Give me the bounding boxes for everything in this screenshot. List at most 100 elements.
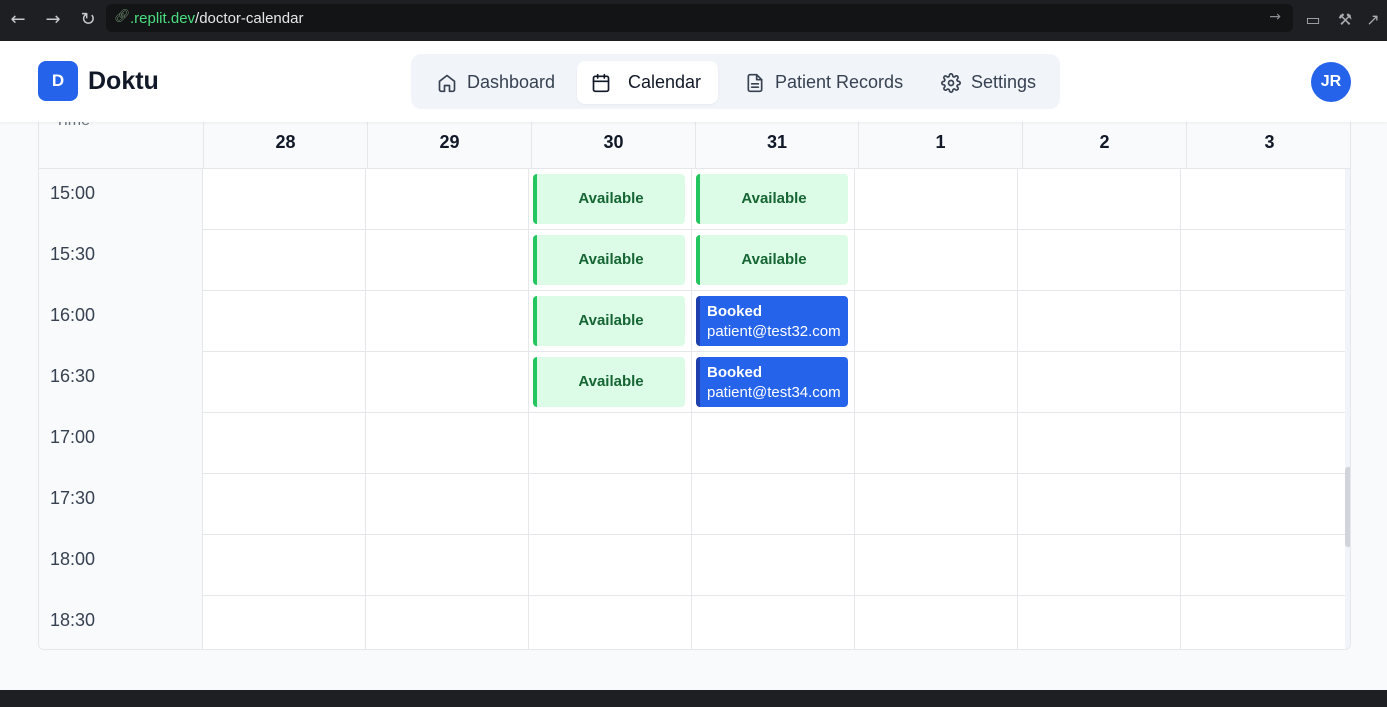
calendar-cell[interactable]	[1181, 169, 1345, 230]
calendar-cell[interactable]	[855, 169, 1018, 230]
nav-dashboard[interactable]: Dashboard	[423, 61, 573, 104]
calendar-cell[interactable]: Available	[529, 230, 692, 291]
calendar-cell[interactable]	[203, 352, 366, 413]
available-slot[interactable]: Available	[696, 174, 848, 224]
calendar-cell[interactable]	[203, 230, 366, 291]
calendar-cell[interactable]	[366, 535, 529, 596]
calendar-cell[interactable]	[1018, 474, 1181, 535]
calendar-cell[interactable]	[366, 474, 529, 535]
calendar-cell[interactable]	[855, 291, 1018, 352]
go-arrow-icon[interactable]: →	[1269, 9, 1281, 25]
time-slot-row: 17:00	[39, 413, 1345, 474]
nav-calendar[interactable]: Calendar	[577, 61, 718, 104]
home-icon	[438, 74, 456, 93]
calendar-cell[interactable]	[855, 474, 1018, 535]
calendar-cell[interactable]	[366, 413, 529, 474]
gear-icon	[941, 73, 961, 93]
calendar-cell[interactable]	[692, 413, 855, 474]
calendar-cell[interactable]	[1018, 230, 1181, 291]
scrollbar-thumb[interactable]	[1345, 467, 1350, 547]
calendar-scrollbar[interactable]	[1345, 169, 1350, 649]
calendar-cell[interactable]	[855, 535, 1018, 596]
calendar-cell[interactable]	[1181, 596, 1345, 649]
calendar-cell[interactable]	[1181, 535, 1345, 596]
calendar-cell[interactable]: Booked patient@test32.com	[692, 291, 855, 352]
time-column-header: Time	[39, 122, 204, 169]
calendar-cell[interactable]	[203, 596, 366, 649]
day-header: 1	[859, 122, 1023, 169]
available-slot[interactable]: Available	[533, 296, 685, 346]
calendar-header-row: Time 28 29 30 31 1 2 3	[39, 122, 1350, 169]
booked-slot[interactable]: Booked patient@test32.com	[696, 296, 848, 346]
calendar-cell[interactable]	[529, 535, 692, 596]
calendar-cell[interactable]	[366, 291, 529, 352]
nav-patient-records[interactable]: Patient Records	[731, 61, 916, 104]
calendar-cell[interactable]: Booked patient@test34.com	[692, 352, 855, 413]
time-label: 15:00	[39, 169, 203, 230]
devices-icon[interactable]: ▭	[1302, 9, 1324, 31]
calendar-cell[interactable]	[692, 535, 855, 596]
app-header: D Doktu Dashboard Calendar Patient Recor…	[0, 41, 1387, 122]
calendar-cell[interactable]	[1018, 535, 1181, 596]
calendar-cell[interactable]	[203, 535, 366, 596]
calendar-cell[interactable]	[855, 352, 1018, 413]
calendar-cell[interactable]	[1181, 413, 1345, 474]
open-external-icon[interactable]: ↗	[1362, 9, 1384, 31]
calendar-cell[interactable]: Available	[529, 169, 692, 230]
calendar-cell[interactable]	[855, 596, 1018, 649]
arrow-right-icon[interactable]: →	[42, 9, 64, 31]
calendar-cell[interactable]	[203, 474, 366, 535]
time-slot-row: 15:30 Available Available	[39, 230, 1345, 291]
address-bar[interactable]: 🔗︎ .replit.dev/doctor-calendar →	[106, 4, 1293, 32]
calendar-cell[interactable]	[366, 352, 529, 413]
arrow-left-icon[interactable]: ←	[7, 9, 29, 31]
time-slot-row: 17:30	[39, 474, 1345, 535]
calendar-cell[interactable]	[1018, 413, 1181, 474]
wrench-icon[interactable]: ⚒	[1334, 9, 1356, 31]
calendar-cell[interactable]	[366, 230, 529, 291]
calendar-cell[interactable]	[203, 291, 366, 352]
calendar-cell[interactable]	[855, 230, 1018, 291]
booked-label: Booked	[707, 303, 763, 320]
calendar-cell[interactable]	[1181, 474, 1345, 535]
calendar-cell[interactable]	[692, 596, 855, 649]
calendar-cell[interactable]: Available	[529, 291, 692, 352]
calendar-cell[interactable]	[855, 413, 1018, 474]
time-slot-row: 16:30 Available Booked patient@test34.com	[39, 352, 1345, 413]
calendar-cell[interactable]	[1018, 169, 1181, 230]
calendar-cell[interactable]	[203, 169, 366, 230]
time-label: 18:00	[39, 535, 203, 596]
calendar-cell[interactable]	[1181, 291, 1345, 352]
calendar-cell[interactable]	[203, 413, 366, 474]
available-slot[interactable]: Available	[533, 174, 685, 224]
time-label: 18:30	[39, 596, 203, 649]
main-nav: Dashboard Calendar Patient Records Setti…	[411, 54, 1060, 109]
nav-settings[interactable]: Settings	[927, 61, 1052, 104]
calendar-cell[interactable]	[529, 413, 692, 474]
url-text: .replit.dev/doctor-calendar	[130, 10, 304, 27]
available-slot[interactable]: Available	[696, 235, 848, 285]
calendar-cell[interactable]	[1018, 352, 1181, 413]
day-header: 28	[204, 122, 368, 169]
booked-slot[interactable]: Booked patient@test34.com	[696, 357, 848, 407]
calendar-cell[interactable]	[529, 474, 692, 535]
calendar-cell[interactable]	[1018, 596, 1181, 649]
available-slot[interactable]: Available	[533, 235, 685, 285]
calendar-icon	[592, 73, 610, 93]
calendar-cell[interactable]	[1181, 230, 1345, 291]
calendar-cell[interactable]	[692, 474, 855, 535]
calendar-cell[interactable]: Available	[692, 230, 855, 291]
calendar-cell[interactable]	[529, 596, 692, 649]
nav-label: Calendar	[628, 72, 702, 92]
calendar-cell[interactable]	[366, 596, 529, 649]
bottom-strip	[0, 690, 1387, 707]
calendar-cell[interactable]	[366, 169, 529, 230]
avatar[interactable]: JR	[1311, 62, 1351, 102]
calendar-cell[interactable]: Available	[529, 352, 692, 413]
calendar-cell[interactable]: Available	[692, 169, 855, 230]
calendar-cell[interactable]	[1181, 352, 1345, 413]
reload-icon[interactable]: ↻	[77, 9, 99, 31]
time-label: 16:00	[39, 291, 203, 352]
available-slot[interactable]: Available	[533, 357, 685, 407]
calendar-cell[interactable]	[1018, 291, 1181, 352]
